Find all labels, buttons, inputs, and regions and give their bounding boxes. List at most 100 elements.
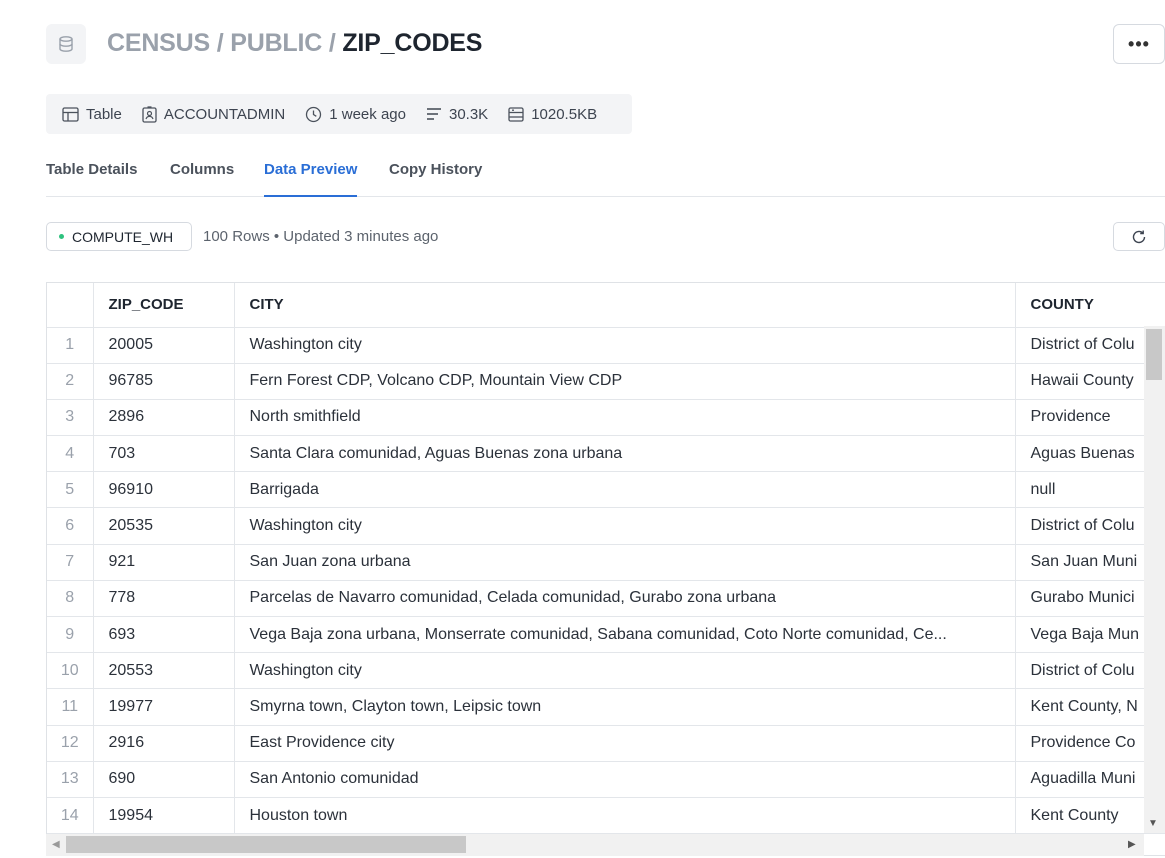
county-cell[interactable]: District of Colu: [1015, 507, 1165, 545]
row-number-cell[interactable]: 12: [47, 725, 94, 762]
city-cell[interactable]: Santa Clara comunidad, Aguas Buenas zona…: [234, 435, 1016, 473]
zip-code-cell[interactable]: 693: [93, 616, 235, 654]
table-row[interactable]: 10 20553 Washington city District of Colu: [47, 652, 1165, 690]
city-cell[interactable]: Parcelas de Navarro comunidad, Celada co…: [234, 580, 1016, 618]
row-number-cell[interactable]: 8: [47, 580, 94, 618]
county-cell[interactable]: District of Colu: [1015, 327, 1165, 364]
row-number-cell[interactable]: 11: [47, 688, 94, 726]
row-number-cell[interactable]: 4: [47, 435, 94, 473]
city-cell[interactable]: North smithfield: [234, 399, 1016, 437]
table-row[interactable]: 1 20005 Washington city District of Colu: [47, 327, 1165, 364]
column-header-county[interactable]: COUNTY: [1015, 283, 1165, 328]
city-cell[interactable]: Smyrna town, Clayton town, Leipsic town: [234, 688, 1016, 726]
horizontal-scroll-thumb[interactable]: [66, 836, 466, 853]
refresh-button[interactable]: [1113, 222, 1165, 251]
row-number-cell[interactable]: 5: [47, 471, 94, 509]
scroll-right-arrow-icon[interactable]: ▶: [1128, 839, 1136, 850]
county-cell[interactable]: Providence Co: [1015, 725, 1165, 762]
more-icon: •••: [1128, 33, 1150, 54]
county-cell[interactable]: San Juan Muni: [1015, 544, 1165, 581]
city-cell[interactable]: East Providence city: [234, 725, 1016, 762]
tab-bar: Table Details Columns Data Preview Copy …: [46, 150, 1165, 197]
meta-rows: 30.3K: [426, 106, 488, 123]
county-cell[interactable]: Providence: [1015, 399, 1165, 437]
row-number-cell[interactable]: 7: [47, 544, 94, 581]
county-cell[interactable]: District of Colu: [1015, 652, 1165, 690]
row-number-cell[interactable]: 1: [47, 327, 94, 364]
breadcrumb-schema[interactable]: PUBLIC: [230, 29, 322, 57]
city-cell[interactable]: Washington city: [234, 327, 1016, 364]
tab-data-preview[interactable]: Data Preview: [264, 161, 358, 197]
scroll-left-arrow-icon[interactable]: ◀: [52, 839, 60, 850]
warehouse-selector[interactable]: COMPUTE_WH: [46, 222, 192, 251]
database-icon: [46, 24, 86, 64]
meta-owner: ACCOUNTADMIN: [142, 106, 285, 123]
more-options-button[interactable]: •••: [1113, 24, 1165, 64]
row-number-cell[interactable]: 3: [47, 399, 94, 437]
column-header-row-number[interactable]: [47, 283, 94, 328]
table-body: 1 20005 Washington city District of Colu 2 96…: [47, 327, 1165, 835]
table-row[interactable]: 7 921 San Juan zona urbana San Juan Muni: [47, 544, 1165, 581]
zip-code-cell[interactable]: 19954: [93, 797, 235, 835]
table-row[interactable]: 9 693 Vega Baja zona urbana, Monserrate co…: [47, 616, 1165, 654]
tab-columns[interactable]: Columns: [170, 161, 234, 197]
county-cell[interactable]: Aguas Buenas: [1015, 435, 1165, 473]
county-cell[interactable]: Vega Baja Mun: [1015, 616, 1165, 654]
page-title: CENSUS / PUBLIC / ZIP_CODES: [107, 29, 482, 58]
rows-icon: [426, 108, 441, 120]
table-row[interactable]: 6 20535 Washington city District of Colu: [47, 507, 1165, 545]
zip-code-cell[interactable]: 703: [93, 435, 235, 473]
breadcrumb-separator: /: [322, 29, 343, 57]
zip-code-cell[interactable]: 778: [93, 580, 235, 618]
zip-code-cell[interactable]: 690: [93, 761, 235, 798]
city-cell[interactable]: Houston town: [234, 797, 1016, 835]
zip-code-cell[interactable]: 20005: [93, 327, 235, 364]
county-cell[interactable]: Gurabo Munici: [1015, 580, 1165, 618]
table-row[interactable]: 11 19977 Smyrna town, Clayton town, Leipsi…: [47, 688, 1165, 726]
column-header-zip-code[interactable]: ZIP_CODE: [93, 283, 235, 328]
table-row[interactable]: 4 703 Santa Clara comunidad, Aguas Buenas …: [47, 435, 1165, 473]
zip-code-cell[interactable]: 921: [93, 544, 235, 581]
table-row[interactable]: 5 96910 Barrigada null: [47, 471, 1165, 509]
row-number-cell[interactable]: 9: [47, 616, 94, 654]
county-cell[interactable]: Hawaii County: [1015, 363, 1165, 400]
row-number-cell[interactable]: 10: [47, 652, 94, 690]
city-cell[interactable]: San Juan zona urbana: [234, 544, 1016, 581]
table-row[interactable]: 2 96785 Fern Forest CDP, Volcano CDP, Moun…: [47, 363, 1165, 400]
vertical-scroll-thumb[interactable]: [1146, 329, 1162, 380]
tab-table-details[interactable]: Table Details: [46, 161, 137, 197]
zip-code-cell[interactable]: 96910: [93, 471, 235, 509]
column-header-city[interactable]: CITY: [234, 283, 1016, 328]
zip-code-cell[interactable]: 96785: [93, 363, 235, 400]
city-cell[interactable]: Barrigada: [234, 471, 1016, 509]
meta-modified: 1 week ago: [305, 106, 406, 123]
table-row[interactable]: 14 19954 Houston town Kent County: [47, 797, 1165, 835]
breadcrumb-database[interactable]: CENSUS: [107, 29, 210, 57]
county-cell[interactable]: Kent County: [1015, 797, 1165, 835]
table-row[interactable]: 8 778 Parcelas de Navarro comunidad, Celad…: [47, 580, 1165, 618]
vertical-scrollbar[interactable]: [1144, 326, 1165, 833]
county-cell[interactable]: Aguadilla Muni: [1015, 761, 1165, 798]
tab-copy-history[interactable]: Copy History: [389, 161, 482, 197]
county-cell[interactable]: null: [1015, 471, 1165, 509]
zip-code-cell[interactable]: 19977: [93, 688, 235, 726]
table-row[interactable]: 13 690 San Antonio comunidad Aguadilla Muni: [47, 761, 1165, 798]
zip-code-cell[interactable]: 20535: [93, 507, 235, 545]
zip-code-cell[interactable]: 2896: [93, 399, 235, 437]
city-cell[interactable]: Vega Baja zona urbana, Monserrate comuni…: [234, 616, 1016, 654]
table-row[interactable]: 3 2896 North smithfield Providence: [47, 399, 1165, 437]
city-cell[interactable]: Washington city: [234, 652, 1016, 690]
row-number-cell[interactable]: 13: [47, 761, 94, 798]
row-number-cell[interactable]: 2: [47, 363, 94, 400]
city-cell[interactable]: Fern Forest CDP, Volcano CDP, Mountain V…: [234, 363, 1016, 400]
row-number-cell[interactable]: 14: [47, 797, 94, 835]
zip-code-cell[interactable]: 2916: [93, 725, 235, 762]
city-cell[interactable]: San Antonio comunidad: [234, 761, 1016, 798]
meta-owner-label: ACCOUNTADMIN: [163, 105, 286, 123]
zip-code-cell[interactable]: 20553: [93, 652, 235, 690]
city-cell[interactable]: Washington city: [234, 507, 1016, 545]
county-cell[interactable]: Kent County, N: [1015, 688, 1165, 726]
row-number-cell[interactable]: 6: [47, 507, 94, 545]
scroll-down-arrow-icon[interactable]: ▼: [1148, 818, 1158, 829]
table-row[interactable]: 12 2916 East Providence city Providence Co: [47, 725, 1165, 762]
